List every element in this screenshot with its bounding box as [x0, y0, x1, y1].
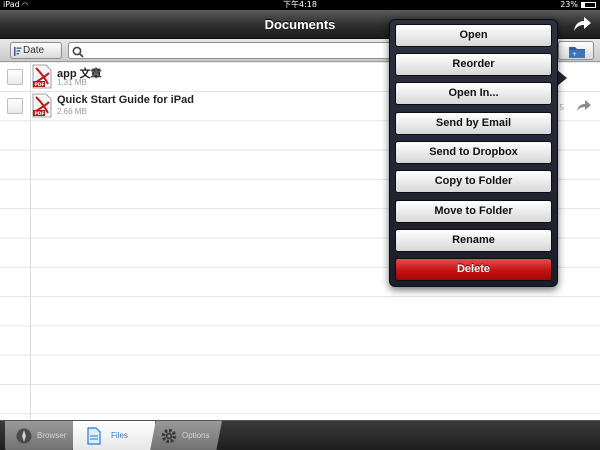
tab-label: Files	[111, 431, 128, 440]
copy-to-folder-button[interactable]: Copy to Folder	[395, 170, 552, 193]
tab-bar: Browser Files Options	[0, 420, 600, 450]
svg-text:PDF: PDF	[35, 111, 45, 117]
search-icon	[72, 45, 84, 58]
battery-icon	[581, 2, 596, 8]
send-by-email-button[interactable]: Send by Email	[395, 112, 552, 135]
tab-options[interactable]: Options	[150, 421, 222, 450]
sort-by-date-button[interactable]: Date	[10, 42, 62, 59]
select-checkbox[interactable]	[7, 69, 23, 85]
pdf-icon: PDF	[32, 93, 52, 118]
search-field[interactable]	[68, 42, 398, 59]
status-clock: 下午4:18	[283, 0, 317, 9]
svg-text:+: +	[572, 51, 577, 58]
share-icon[interactable]	[576, 99, 592, 112]
status-bar: iPad ◠ 下午4:18 23%	[0, 0, 600, 10]
gear-icon	[160, 427, 178, 445]
move-to-folder-button[interactable]: Move to Folder	[395, 200, 552, 223]
send-to-dropbox-button[interactable]: Send to Dropbox	[395, 141, 552, 164]
open-button[interactable]: Open	[395, 24, 552, 47]
folder-icon: +	[569, 47, 585, 58]
battery-percent: 23%	[560, 0, 578, 9]
pdf-icon: PDF	[32, 64, 52, 89]
new-folder-button[interactable]: +	[558, 41, 594, 60]
reorder-button[interactable]: Reorder	[395, 53, 552, 76]
file-name: Quick Start Guide for iPad	[57, 94, 194, 106]
tab-label: Browser	[37, 431, 67, 440]
open-in-button[interactable]: Open In...	[395, 82, 552, 105]
tab-files[interactable]: Files	[73, 421, 155, 450]
tab-browser[interactable]: Browser	[5, 421, 73, 450]
tab-label: Options	[182, 431, 210, 440]
select-checkbox[interactable]	[7, 98, 23, 114]
share-icon[interactable]	[572, 15, 592, 33]
document-icon	[85, 427, 103, 445]
svg-text:PDF: PDF	[35, 82, 45, 88]
sort-label: Date	[23, 45, 45, 56]
search-input[interactable]	[87, 44, 387, 57]
compass-icon	[15, 427, 33, 445]
delete-button[interactable]: Delete	[395, 258, 552, 281]
rename-button[interactable]: Rename	[395, 229, 552, 252]
file-actions-popover: Open Reorder Open In... Send by Email Se…	[389, 19, 558, 287]
sort-icon	[14, 46, 22, 56]
file-size: 1.31 MB	[57, 78, 87, 87]
file-size: 2.66 MB	[57, 107, 87, 116]
file-meta: 5	[559, 103, 564, 112]
